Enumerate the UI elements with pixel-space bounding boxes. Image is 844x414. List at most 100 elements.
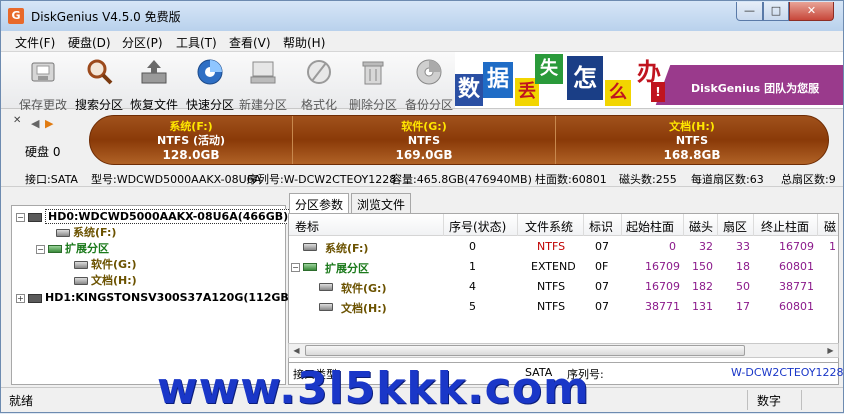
disk-tree: − HD0:WDCWD5000AAKX-08U6A(466GB) 系统(F:) −… [11, 205, 286, 385]
partition-segment-docs[interactable]: 文档(H:) NTFS 168.8GB [556, 116, 828, 164]
partition-bar: 系统(F:) NTFS (活动) 128.0GB 软件(G:) NTFS 169… [89, 115, 829, 165]
menu-partition[interactable]: 分区(P) [122, 34, 163, 51]
tree-item-hd0[interactable]: − HD0:WDCWD5000AAKX-08U6A(466GB) [16, 209, 291, 225]
extended-partition-icon [48, 245, 62, 253]
maximize-button[interactable]: □ [763, 2, 789, 21]
cell-end-cyl: 38771 [779, 280, 814, 293]
cell-sector: 50 [736, 280, 750, 293]
cell-end-cyl: 60801 [779, 260, 814, 273]
menu-tools[interactable]: 工具(T) [176, 34, 217, 51]
partition-segment-system[interactable]: 系统(F:) NTFS (活动) 128.0GB [90, 116, 292, 164]
table-header: 卷标 序号(状态) 文件系统 标识 起始柱面 磁头 扇区 终止柱面 磁 [289, 214, 839, 236]
banner-tile: 么 [605, 80, 631, 106]
info-capacity: 容量:465.8GB(476940MB) [391, 171, 532, 187]
partition-icon [319, 300, 336, 313]
col-start-cyl[interactable]: 起始柱面 [626, 218, 674, 235]
horizontal-scrollbar[interactable]: ◀ ▶ [288, 343, 839, 358]
banner-tile: ! [651, 82, 665, 102]
cell-label: 系统(F:) [325, 240, 368, 256]
col-sector[interactable]: 扇区 [723, 218, 747, 235]
cell-end-cyl: 60801 [779, 300, 814, 313]
backup-partition-button[interactable]: 备份分区 [401, 55, 457, 107]
table-row[interactable]: − 扩展分区 1 EXTEND 0F 16709 150 18 60801 [289, 257, 839, 277]
num-lock-indicator: 数字 [757, 392, 781, 409]
cell-id: 07 [595, 300, 609, 313]
info-interface: 接口:SATA [25, 171, 78, 187]
tree-item-docs[interactable]: 文档(H:) [74, 273, 137, 289]
expand-icon[interactable]: + [16, 294, 25, 303]
minimize-button[interactable]: — [736, 2, 763, 21]
col-label[interactable]: 卷标 [295, 218, 319, 235]
col-fs[interactable]: 文件系统 [525, 218, 573, 235]
cell-fs: NTFS [537, 280, 565, 293]
app-icon: G [8, 8, 24, 24]
scroll-thumb[interactable] [305, 345, 745, 356]
format-button[interactable]: 格式化 [291, 55, 347, 107]
quick-partition-button[interactable]: 快速分区 [182, 55, 238, 107]
delete-partition-button[interactable]: 删除分区 [345, 55, 401, 107]
watermark-text: www.3l5kkk.com [157, 363, 590, 414]
menu-disk[interactable]: 硬盘(D) [68, 34, 111, 51]
collapse-icon[interactable]: − [16, 213, 25, 222]
cell-index: 5 [469, 300, 476, 313]
col-separator [517, 214, 518, 236]
cell-head: 131 [692, 300, 713, 313]
cell-end-cyl: 16709 [779, 240, 814, 253]
restore-files-button[interactable]: 恢复文件 [126, 55, 182, 107]
partition-icon [303, 240, 320, 253]
collapse-icon[interactable]: − [291, 260, 303, 273]
col-separator [817, 214, 818, 236]
tree-item-software[interactable]: 软件(G:) [74, 257, 136, 273]
col-index[interactable]: 序号(状态) [449, 218, 506, 235]
prev-disk-icon[interactable]: ◀ [31, 117, 39, 130]
cell-fs: NTFS [537, 300, 565, 313]
tab-partition-params[interactable]: 分区参数 [289, 193, 349, 214]
table-row[interactable]: 系统(F:) 0 NTFS 07 0 32 33 16709 1 [289, 237, 839, 257]
partition-icon [319, 280, 336, 293]
window-title: DiskGenius V4.5.0 免费版 [31, 8, 181, 25]
scroll-left-icon[interactable]: ◀ [289, 344, 304, 357]
format-icon [304, 57, 334, 87]
search-partition-button[interactable]: 搜索分区 [71, 55, 127, 107]
partition-segment-software[interactable]: 软件(G:) NTFS 169.0GB [293, 116, 555, 164]
col-head[interactable]: 磁头 [689, 218, 713, 235]
backup-icon [414, 57, 444, 87]
collapse-icon[interactable]: − [36, 245, 45, 254]
promo-banner[interactable]: 数 据 丢 失 怎 么 办 ! DiskGenius 团队为您服 [455, 52, 843, 108]
cell-fs: NTFS [537, 240, 565, 253]
menu-file[interactable]: 文件(F) [15, 34, 55, 51]
save-changes-button[interactable]: 保存更改 [15, 55, 71, 107]
next-disk-icon[interactable]: ▶ [45, 117, 53, 130]
close-button[interactable]: ✕ [789, 2, 834, 21]
extended-partition-icon [303, 260, 320, 273]
info-serial: 序列号:W-DCW2CTEOY1228 [247, 171, 396, 187]
tree-item-extended[interactable]: − 扩展分区 [36, 241, 109, 257]
table-row[interactable]: 软件(G:) 4 NTFS 07 16709 182 50 38771 [289, 277, 839, 297]
cell-start-cyl: 38771 [645, 300, 680, 313]
disk-info-bar: 接口:SATA 型号:WDCWD5000AAKX-08U6A 序列号:W-DCW… [1, 169, 843, 187]
pin-icon[interactable]: ✕ [13, 115, 21, 126]
partition-icon [74, 277, 88, 285]
cell-sector: 18 [736, 260, 750, 273]
new-partition-button[interactable]: 新建分区 [235, 55, 291, 107]
col-separator [443, 214, 444, 236]
tree-item-system[interactable]: 系统(F:) [56, 225, 116, 241]
table-row[interactable]: 文档(H:) 5 NTFS 07 38771 131 17 60801 [289, 297, 839, 317]
col-separator [621, 214, 622, 236]
col-separator [717, 214, 718, 236]
tab-browse-files[interactable]: 浏览文件 [351, 193, 411, 213]
cell-index: 1 [469, 260, 476, 273]
col-end-cyl[interactable]: 终止柱面 [761, 218, 809, 235]
banner-tile: 失 [535, 54, 563, 84]
delete-icon [358, 57, 388, 87]
cell-fs: EXTEND [531, 260, 576, 273]
menu-view[interactable]: 查看(V) [229, 34, 271, 51]
partition-table: 卷标 序号(状态) 文件系统 标识 起始柱面 磁头 扇区 终止柱面 磁 系统(F… [288, 213, 839, 363]
banner-tile: 怎 [567, 56, 603, 100]
menu-help[interactable]: 帮助(H) [283, 34, 325, 51]
col-extra[interactable]: 磁 [824, 218, 836, 235]
tree-item-hd1[interactable]: + HD1:KINGSTONSV300S37A120G(112GB) [16, 290, 294, 306]
scroll-right-icon[interactable]: ▶ [823, 344, 838, 357]
col-id[interactable]: 标识 [589, 218, 613, 235]
cell-id: 07 [595, 280, 609, 293]
